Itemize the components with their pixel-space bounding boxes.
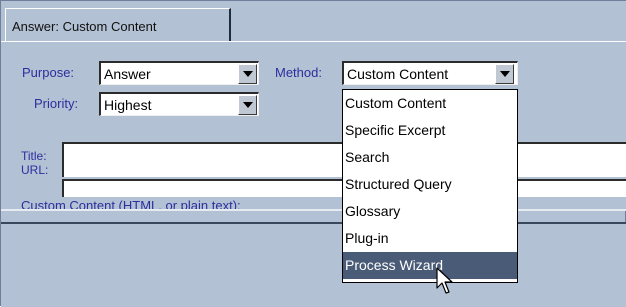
priority-value: Highest xyxy=(104,97,152,113)
custom-content-label: Custom Content (HTML, or plain text): xyxy=(21,198,241,209)
method-option-process-wizard[interactable]: Process Wizard xyxy=(343,252,517,279)
purpose-label: Purpose: xyxy=(22,65,75,80)
chevron-down-icon xyxy=(243,71,253,77)
method-option-structured-query[interactable]: Structured Query xyxy=(343,171,517,198)
purpose-dropdown-button[interactable] xyxy=(238,64,257,84)
title-label: Title: xyxy=(21,149,47,163)
chevron-down-icon xyxy=(243,102,253,108)
purpose-select[interactable]: Answer xyxy=(99,61,259,85)
divider xyxy=(1,209,626,211)
properties-panel: Purpose: Answer Method: Custom Content P… xyxy=(1,41,626,209)
method-option-glossary[interactable]: Glossary xyxy=(343,198,517,225)
purpose-value: Answer xyxy=(104,66,151,82)
tab-label: Answer: Custom Content xyxy=(12,19,157,34)
method-select[interactable]: Custom Content xyxy=(342,61,518,85)
method-dropdown-button[interactable] xyxy=(495,64,514,84)
priority-label: Priority: xyxy=(34,96,79,111)
method-dropdown-list[interactable]: Custom Content Specific Excerpt Search S… xyxy=(342,89,518,283)
method-option-specific-excerpt[interactable]: Specific Excerpt xyxy=(343,117,517,144)
lower-panel xyxy=(1,224,626,307)
method-option-custom-content[interactable]: Custom Content xyxy=(343,90,517,117)
chevron-down-icon xyxy=(500,71,510,77)
app-window: Answer: Custom Content Purpose: Answer M… xyxy=(0,0,626,307)
priority-select[interactable]: Highest xyxy=(99,92,259,116)
tab-answer-custom-content[interactable]: Answer: Custom Content xyxy=(5,8,231,42)
method-option-search[interactable]: Search xyxy=(343,144,517,171)
url-label: URL: xyxy=(21,163,49,177)
mouse-pointer-icon xyxy=(436,267,453,294)
method-value: Custom Content xyxy=(347,66,449,82)
priority-dropdown-button[interactable] xyxy=(238,95,257,115)
method-label: Method: xyxy=(275,65,322,80)
tab-strip: Answer: Custom Content xyxy=(1,1,626,42)
method-option-plug-in[interactable]: Plug-in xyxy=(343,225,517,252)
